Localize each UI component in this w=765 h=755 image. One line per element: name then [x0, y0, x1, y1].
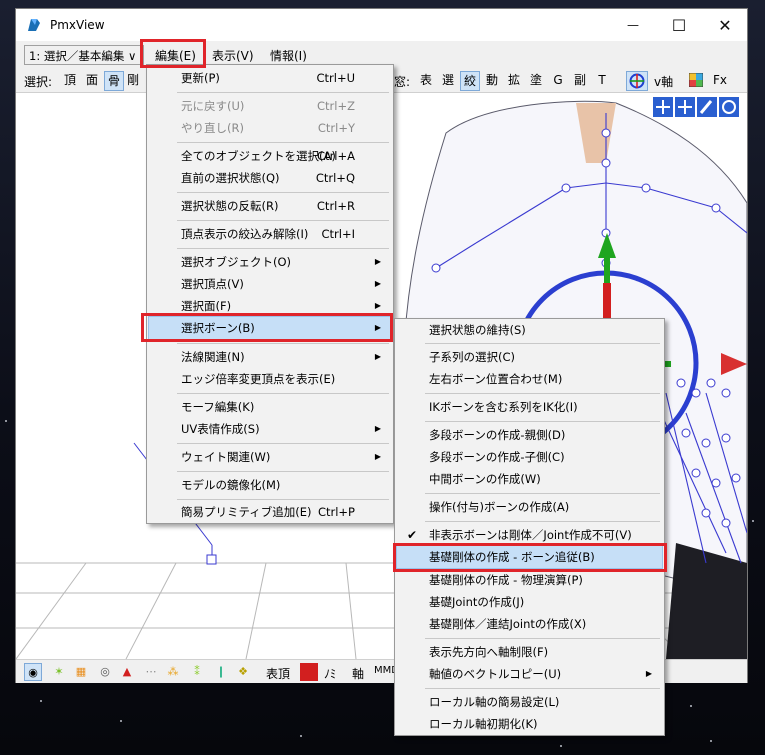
menu-item-add-primitive[interactable]: 簡易プリミティブ追加(E) Ctrl+P	[149, 501, 391, 523]
callout-basic-rigid-follow	[393, 543, 667, 572]
window-title: PmxView	[50, 18, 105, 32]
submenu-arrow-icon: ▶	[645, 669, 652, 678]
submenu-item-multi-bone-child[interactable]: 多段ボーンの作成-子側(C)	[397, 446, 662, 468]
toggle-show[interactable]: 表	[416, 71, 436, 91]
submenu-item-ik-chain[interactable]: IKボーンを含む系列をIK化(I)	[397, 396, 662, 418]
vertex-mode-icon[interactable]: ◉	[24, 663, 42, 681]
toggle-t[interactable]: T	[592, 71, 612, 91]
view-controls	[653, 97, 739, 117]
material-mode-icon[interactable]: ⁂	[164, 663, 182, 681]
submenu-arrow-icon: ▶	[374, 352, 381, 361]
status-show-vertex[interactable]: 表頂	[266, 665, 290, 682]
submenu-item-align-lr-bones[interactable]: 左右ボーン位置合わせ(M)	[397, 368, 662, 390]
morph-mode-icon[interactable]: ❙	[212, 663, 230, 681]
select-face-toggle[interactable]: 面	[82, 71, 102, 91]
menu-item-update[interactable]: 更新(P) Ctrl+U	[149, 67, 391, 89]
menu-item-redo: やり直し(R) Ctrl+Y	[181, 121, 355, 135]
grid-toggle[interactable]	[686, 71, 706, 91]
fx-button[interactable]: Fx	[713, 73, 727, 87]
menu-item-invert-selection[interactable]: 選択状態の反転(R) Ctrl+R	[149, 195, 391, 217]
maximize-icon: ☐	[671, 15, 687, 35]
grid-color-icon	[688, 72, 704, 88]
callout-edit-menu	[140, 39, 206, 68]
menu-item-edge-scale-vertices[interactable]: エッジ倍率変更頂点を表示(E)	[149, 368, 391, 390]
mesh-mode-icon[interactable]: ▦	[72, 663, 90, 681]
select-label: 選択:	[24, 75, 53, 89]
select-rigid-toggle[interactable]: 剛	[126, 71, 140, 91]
submenu-item-basic-joint[interactable]: 基礎Jointの作成(J)	[397, 591, 662, 613]
menu-item-morph-edit[interactable]: モーフ編集(K)	[149, 396, 391, 418]
select-vertex-toggle[interactable]: 頂	[60, 71, 80, 91]
toggle-group[interactable]: G	[548, 71, 568, 91]
menu-item-mirror-model[interactable]: モデルの鏡像化(M)	[149, 474, 391, 496]
mode-select[interactable]: 1: 選択／基本編集 ∨	[24, 45, 144, 65]
menu-item-selected-object[interactable]: 選択オブジェクト(O) ▶	[149, 251, 391, 273]
model-pants	[666, 543, 747, 659]
submenu-arrow-icon: ▶	[374, 257, 381, 266]
point-mode-icon[interactable]: ◎	[96, 663, 114, 681]
submenu-item-local-axis-simple[interactable]: ローカル軸の簡易設定(L)	[397, 691, 662, 713]
bone-submenu: 選択状態の維持(S) 子系列の選択(C) 左右ボーン位置合わせ(M) IKボーン…	[394, 318, 665, 736]
wire-mode-icon[interactable]: ✶	[50, 663, 68, 681]
menu-item-uv-morph[interactable]: UV表情作成(S) ▶	[149, 418, 391, 440]
menu-item-weight[interactable]: ウェイト関連(W) ▶	[149, 446, 391, 468]
menu-item-previous-selection[interactable]: 直前の選択状態(Q) Ctrl+Q	[149, 167, 391, 189]
toggle-sub[interactable]: 副	[570, 71, 590, 91]
menu-item-clear-vertex-filter[interactable]: 頂点表示の絞込み解除(I) Ctrl+I	[149, 223, 391, 245]
color-swatch-icon[interactable]	[300, 663, 318, 681]
toggle-move[interactable]: 動	[482, 71, 502, 91]
menu-item-normals[interactable]: 法線関連(N) ▶	[149, 346, 391, 368]
submenu-item-rigid-joint-chain[interactable]: 基礎剛体／連結Jointの作成(X)	[397, 613, 662, 635]
submenu-item-multi-bone-parent[interactable]: 多段ボーンの作成-親側(D)	[397, 424, 662, 446]
menu-view[interactable]: 表示(V)	[212, 47, 254, 64]
status-nomi[interactable]: ﾉﾐ	[324, 665, 336, 682]
submenu-arrow-icon: ▶	[374, 452, 381, 461]
app-icon	[28, 19, 40, 31]
title-bar: PmxView — ☐ ✕	[16, 9, 747, 41]
select-bone-toggle[interactable]: 骨	[104, 71, 124, 91]
toggle-filter[interactable]: 絞	[460, 71, 480, 91]
submenu-item-axis-vector-copy[interactable]: 軸値のベクトルコピー(U) ▶	[397, 663, 662, 685]
v-axis-button[interactable]: v軸	[654, 73, 673, 90]
submenu-item-select-children[interactable]: 子系列の選択(C)	[397, 346, 662, 368]
menu-item-selected-vertex[interactable]: 選択頂点(V) ▶	[149, 273, 391, 295]
edit-menu: 更新(P) Ctrl+U 元に戻す(U) Ctrl+Z やり直し(R) Ctrl+Y …	[146, 64, 394, 524]
submenu-arrow-icon: ▶	[374, 424, 381, 433]
toggle-paint[interactable]: 塗	[526, 71, 546, 91]
close-icon: ✕	[718, 15, 732, 35]
minimize-icon: —	[627, 18, 639, 32]
submenu-item-local-axis-reset[interactable]: ローカル軸初期化(K)	[397, 713, 662, 735]
toggle-scale[interactable]: 拡	[504, 71, 524, 91]
toggle-select[interactable]: 選	[438, 71, 458, 91]
menu-item-undo: 元に戻す(U) Ctrl+Z	[181, 99, 355, 113]
maximize-button[interactable]: ☐	[656, 9, 702, 41]
status-axis[interactable]: 軸	[352, 665, 364, 682]
weight-mode-icon[interactable]: ⁑	[188, 663, 206, 681]
submenu-arrow-icon: ▶	[374, 279, 381, 288]
submenu-item-axis-limit[interactable]: 表示先方向へ軸制限(F)	[397, 641, 662, 663]
submenu-item-keep-selection[interactable]: 選択状態の維持(S)	[397, 319, 662, 341]
submenu-item-basic-rigid-physics[interactable]: 基礎剛体の作成 - 物理演算(P)	[397, 569, 662, 591]
uv-mode-icon[interactable]: ❖	[234, 663, 252, 681]
line-mode-icon[interactable]: ⋯	[142, 663, 160, 681]
menu-info[interactable]: 情報(I)	[270, 47, 307, 64]
minimize-button[interactable]: —	[610, 9, 656, 41]
triangle-mode-icon[interactable]: ▲	[118, 663, 136, 681]
gizmo-icon	[629, 73, 645, 89]
submenu-item-grant-bone[interactable]: 操作(付与)ボーンの作成(A)	[397, 496, 662, 518]
close-button[interactable]: ✕	[702, 9, 748, 41]
callout-selected-bone	[141, 313, 393, 342]
menu-item-select-all[interactable]: 全てのオブジェクトを選択(A) Ctrl+A	[149, 145, 391, 167]
submenu-item-middle-bone[interactable]: 中間ボーンの作成(W)	[397, 468, 662, 490]
gizmo-toggle[interactable]	[626, 71, 648, 91]
window-label: 窓:	[394, 75, 411, 89]
